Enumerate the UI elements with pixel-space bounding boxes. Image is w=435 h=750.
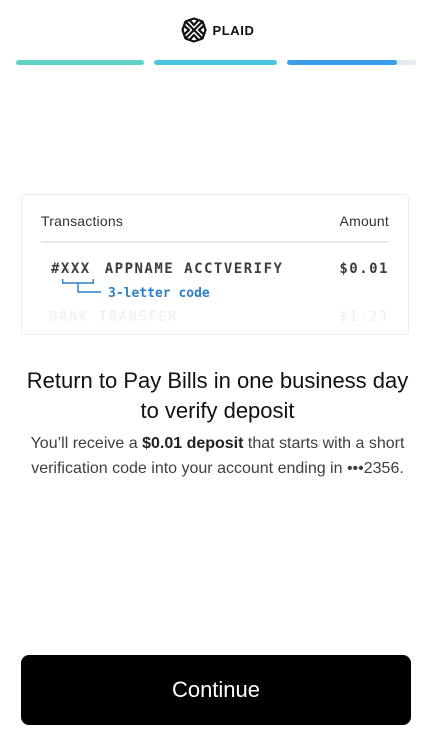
progress-segment-2 [154,60,277,65]
transactions-heading: Transactions [41,213,124,229]
amount-heading: Amount [339,213,389,229]
deposit-row: #XXX APPNAME ACCTVERIFY $0.01 [51,261,389,277]
header: PLAID [0,14,435,46]
deposit-amount: $0.01 [339,261,389,277]
continue-button[interactable]: Continue [21,655,411,725]
progress-fill-2 [154,60,277,65]
code-annotation: 3-letter code [108,286,210,301]
progress-fill-3 [287,60,397,65]
deposit-name: APPNAME ACCTVERIFY [104,261,284,277]
description-text: You’ll receive a $0.01 deposit that star… [20,431,415,481]
logo-text: PLAID [212,22,255,38]
deposit-description: #XXX APPNAME ACCTVERIFY [51,261,283,277]
progress-segment-3 [287,60,416,65]
statement-header: Transactions Amount [41,213,389,243]
progress-segment-1 [16,60,144,65]
deposit-code: #XXX [51,261,91,277]
faded-description: BANK TRANSFER [49,309,179,325]
description-prefix: You’ll receive a [30,435,143,452]
faded-transaction-row: BANK TRANSFER $1.23 [49,309,389,325]
bank-statement-card: Transactions Amount #XXX APPNAME ACCTVER… [21,194,409,335]
page-title: Return to Pay Bills in one business day … [26,368,409,423]
deposit-amount-highlight: $0.01 deposit [142,435,244,452]
plaid-logo-icon [180,17,207,43]
progress-bar [16,60,416,65]
progress-fill-1 [16,60,144,65]
code-bracket-icon [62,279,101,293]
faded-amount: $1.23 [339,309,389,325]
